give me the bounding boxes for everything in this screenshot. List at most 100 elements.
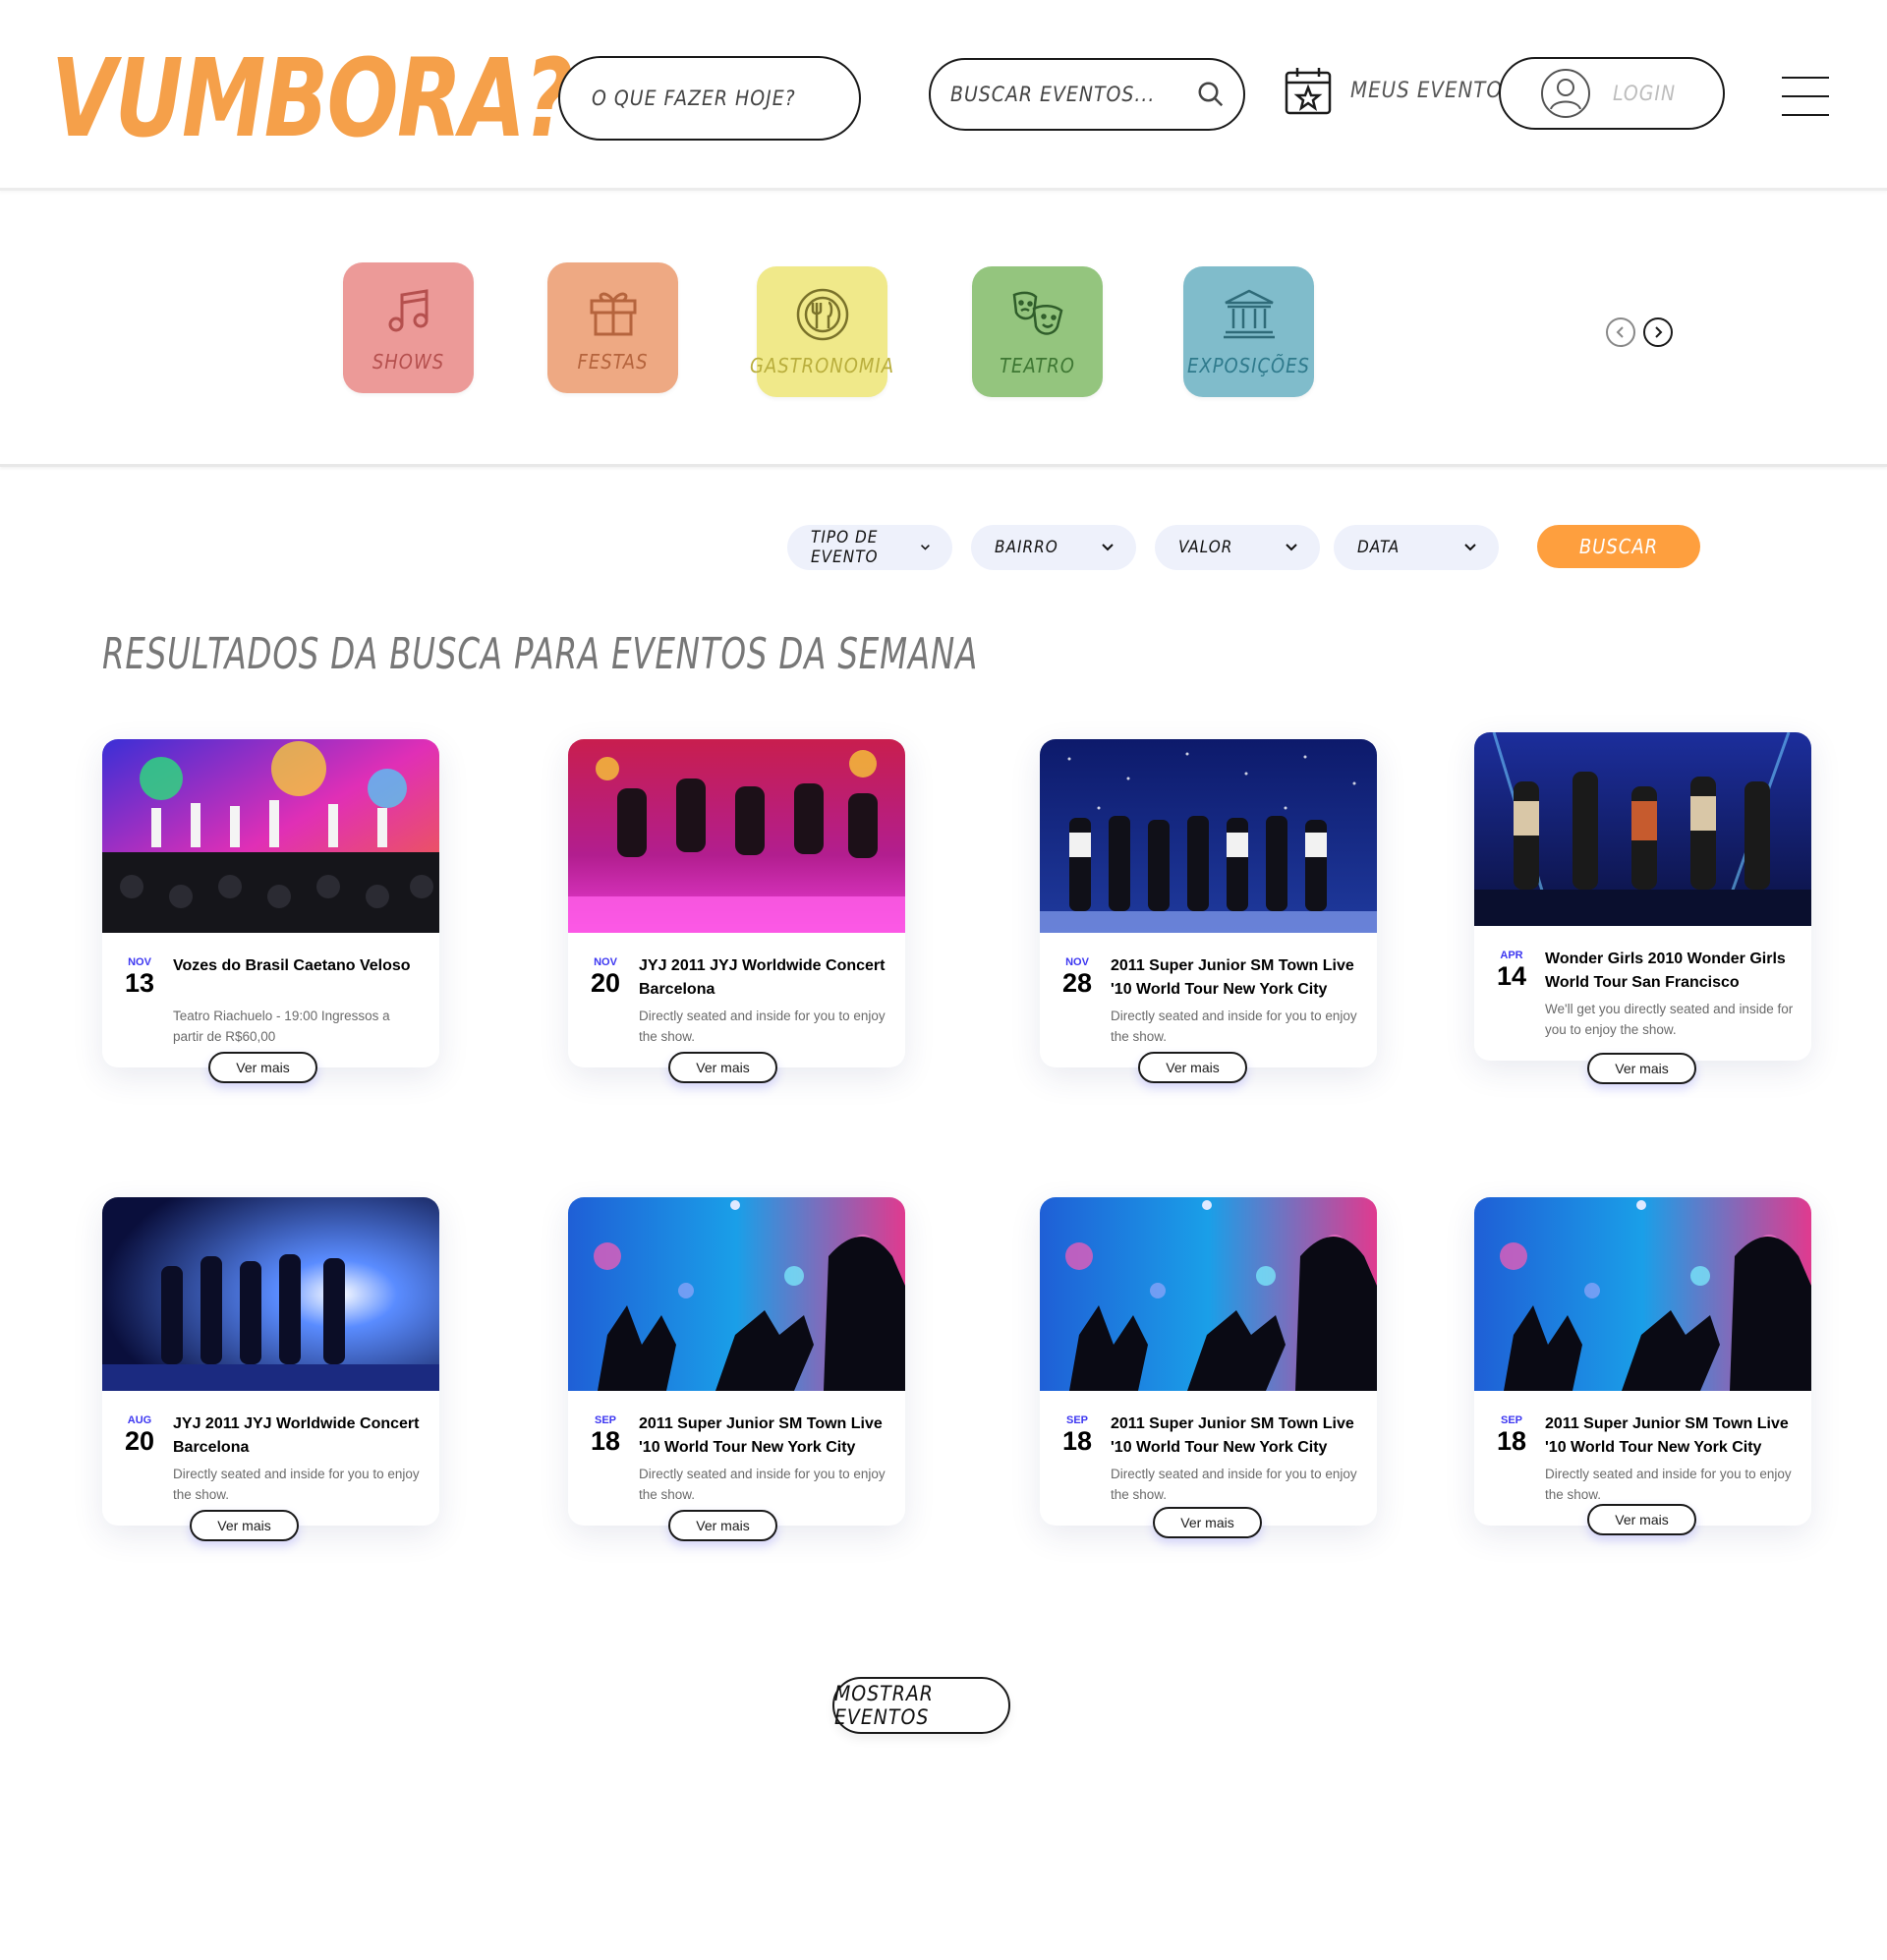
event-month: NOV <box>128 956 151 968</box>
event-month: SEP <box>1500 1414 1522 1426</box>
event-description: Directly seated and inside for you to en… <box>1111 1009 1357 1044</box>
see-more-button[interactable]: Ver mais <box>1587 1053 1696 1084</box>
event-day: 18 <box>590 1426 621 1456</box>
event-title[interactable]: JYJ 2011 JYJ Worldwide Concert Barcelona <box>639 954 889 1002</box>
event-description: Teatro Riachuelo - 19:00 Ingressos a par… <box>173 1009 390 1044</box>
chevron-down-icon <box>1286 544 1297 551</box>
filter-price[interactable]: VALOR <box>1155 525 1320 570</box>
search-icon[interactable] <box>1196 80 1226 109</box>
carousel-prev-button[interactable] <box>1606 317 1635 347</box>
event-image[interactable] <box>568 739 905 933</box>
my-events-label: MEUS EVENTOS <box>1350 78 1516 103</box>
event-card[interactable]: SEP 18 2011 Super Junior SM Town Live '1… <box>1474 1197 1811 1535</box>
category-label: FESTAS <box>577 349 649 374</box>
event-title[interactable]: JYJ 2011 JYJ Worldwide Concert Barcelona <box>173 1412 424 1460</box>
event-image[interactable] <box>102 1197 439 1391</box>
see-more-button[interactable]: Ver mais <box>208 1052 317 1083</box>
event-image[interactable] <box>1040 1197 1377 1391</box>
event-title[interactable]: Vozes do Brasil Caetano Veloso <box>173 954 424 978</box>
calendar-star-icon <box>1285 68 1332 115</box>
event-date: APR 14 <box>1492 950 1531 991</box>
event-image[interactable] <box>1040 739 1377 933</box>
results-title: RESULTADOS DA BUSCA PARA EVENTOS DA SEMA… <box>102 629 979 679</box>
event-description: Directly seated and inside for you to en… <box>1111 1467 1357 1502</box>
event-description: Directly seated and inside for you to en… <box>1545 1467 1792 1502</box>
see-more-button[interactable]: Ver mais <box>668 1510 777 1541</box>
login-label: LOGIN <box>1613 82 1677 105</box>
event-description: Directly seated and inside for you to en… <box>639 1467 886 1502</box>
event-month: APR <box>1500 950 1523 961</box>
search-submit-button[interactable]: BUSCAR <box>1537 525 1700 568</box>
category-festas[interactable]: FESTAS <box>547 262 678 393</box>
what-to-do-today-button[interactable]: O QUE FAZER HOJE? <box>558 56 861 141</box>
event-image[interactable] <box>1474 732 1811 926</box>
login-button[interactable]: LOGIN <box>1499 57 1725 130</box>
event-image[interactable] <box>102 739 439 933</box>
event-date: NOV 13 <box>120 956 159 998</box>
filter-event-type[interactable]: TIPO DE EVENTO <box>787 525 952 570</box>
event-card[interactable]: NOV 13 Vozes do Brasil Caetano Veloso Te… <box>102 739 439 1083</box>
event-month: NOV <box>594 956 617 968</box>
filter-neighborhood[interactable]: BAIRRO <box>971 525 1136 570</box>
filter-label: TIPO DE EVENTO <box>811 528 879 567</box>
event-date: SEP 18 <box>1058 1414 1097 1456</box>
show-more-events-button[interactable]: MOSTRAR EVENTOS <box>832 1677 1010 1734</box>
chevron-left-icon <box>1616 326 1624 338</box>
event-description: Directly seated and inside for you to en… <box>173 1467 420 1502</box>
event-image[interactable] <box>1474 1197 1811 1391</box>
hamburger-menu-icon[interactable] <box>1782 77 1829 116</box>
filter-date[interactable]: DATA <box>1334 525 1499 570</box>
event-day: 28 <box>1061 968 1093 998</box>
museum-icon <box>1223 289 1275 338</box>
event-description: Directly seated and inside for you to en… <box>639 1009 886 1044</box>
see-more-button[interactable]: Ver mais <box>1138 1052 1247 1083</box>
event-month: AUG <box>127 1414 152 1426</box>
category-exposicoes[interactable]: EXPOSIÇÕES <box>1183 266 1314 397</box>
see-more-button[interactable]: Ver mais <box>1587 1504 1696 1535</box>
category-strip: SHOWS FESTAS GASTRONOMIA TEATRO EXPOSIÇÕ… <box>0 194 1887 467</box>
my-events-link[interactable]: MEUS EVENTOS <box>1284 65 1516 116</box>
event-month: SEP <box>1065 1414 1088 1426</box>
category-shows[interactable]: SHOWS <box>343 262 474 393</box>
category-label: SHOWS <box>372 349 445 374</box>
chevron-right-icon <box>1655 326 1663 338</box>
event-date: SEP 18 <box>586 1414 625 1456</box>
category-label: EXPOSIÇÕES <box>1187 353 1310 377</box>
event-day: 18 <box>1061 1426 1093 1456</box>
category-teatro[interactable]: TEATRO <box>972 266 1103 397</box>
see-more-button[interactable]: Ver mais <box>1153 1507 1262 1538</box>
chevron-down-icon <box>921 545 930 550</box>
category-gastronomia[interactable]: GASTRONOMIA <box>750 266 893 397</box>
event-card[interactable]: NOV 20 JYJ 2011 JYJ Worldwide Concert Ba… <box>568 739 905 1083</box>
event-day: 20 <box>124 1426 155 1456</box>
filter-label: BAIRRO <box>995 538 1058 557</box>
see-more-button[interactable]: Ver mais <box>668 1052 777 1083</box>
event-title[interactable]: 2011 Super Junior SM Town Live '10 World… <box>1111 954 1361 1002</box>
chevron-down-icon <box>1464 544 1476 551</box>
event-day: 20 <box>590 968 621 998</box>
user-avatar-icon <box>1541 69 1590 118</box>
event-title[interactable]: 2011 Super Junior SM Town Live '10 World… <box>1111 1412 1361 1460</box>
event-card[interactable]: SEP 18 2011 Super Junior SM Town Live '1… <box>1040 1197 1377 1538</box>
event-description: We'll get you directly seated and inside… <box>1545 1002 1794 1037</box>
event-title[interactable]: 2011 Super Junior SM Town Live '10 World… <box>1545 1412 1796 1460</box>
filter-label: DATA <box>1357 538 1401 557</box>
event-card[interactable]: NOV 28 2011 Super Junior SM Town Live '1… <box>1040 739 1377 1083</box>
event-card[interactable]: SEP 18 2011 Super Junior SM Town Live '1… <box>568 1197 905 1541</box>
event-date: AUG 20 <box>120 1414 159 1456</box>
event-card[interactable]: AUG 20 JYJ 2011 JYJ Worldwide Concert Ba… <box>102 1197 439 1541</box>
event-title[interactable]: 2011 Super Junior SM Town Live '10 World… <box>639 1412 889 1460</box>
search-input[interactable]: BUSCAR EVENTOS... <box>929 58 1245 131</box>
theater-masks-icon <box>1012 291 1062 335</box>
event-card[interactable]: APR 14 Wonder Girls 2010 Wonder Girls Wo… <box>1474 732 1811 1084</box>
event-day: 18 <box>1496 1426 1527 1456</box>
site-logo[interactable]: VUMBORA? <box>51 39 573 157</box>
event-title[interactable]: Wonder Girls 2010 Wonder Girls World Tou… <box>1545 948 1796 995</box>
music-note-icon <box>388 288 428 331</box>
event-image[interactable] <box>568 1197 905 1391</box>
top-header: VUMBORA? O QUE FAZER HOJE? BUSCAR EVENTO… <box>0 0 1887 191</box>
event-date: SEP 18 <box>1492 1414 1531 1456</box>
carousel-next-button[interactable] <box>1643 317 1673 347</box>
see-more-button[interactable]: Ver mais <box>190 1510 299 1541</box>
cutlery-icon <box>796 288 848 340</box>
